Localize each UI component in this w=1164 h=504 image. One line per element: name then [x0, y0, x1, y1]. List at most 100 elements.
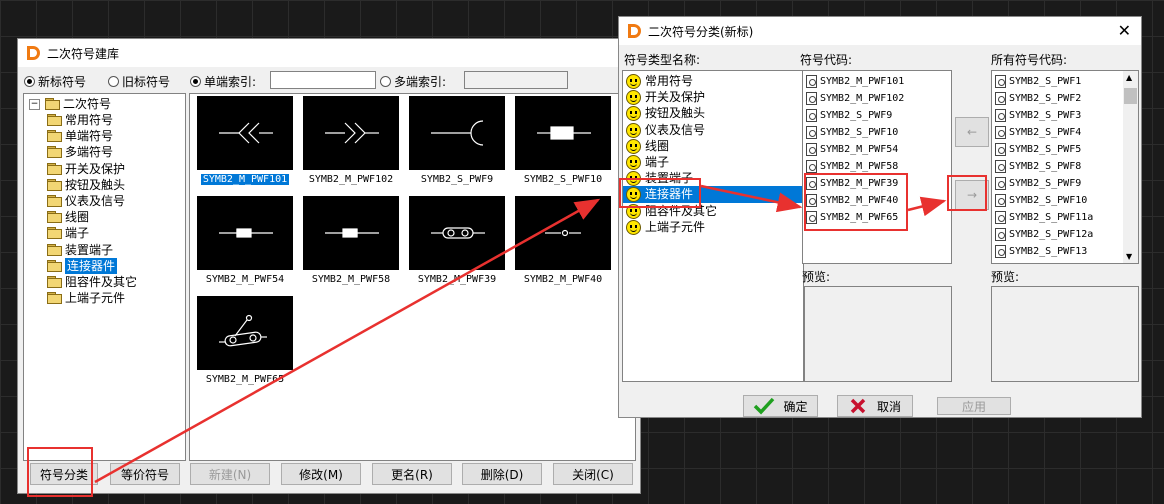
symbol-thumbnail[interactable] [515, 196, 611, 270]
dialog-title-bar[interactable]: 二次符号分类(新标) ✕ [619, 17, 1141, 45]
single-index-input[interactable] [270, 71, 376, 89]
symbol-type-item[interactable]: 仪表及信号 [626, 122, 705, 139]
tree-item[interactable]: 常用符号 [46, 112, 113, 128]
new-button[interactable]: 新建(N) [190, 463, 270, 485]
tree-item[interactable]: 线圈 [46, 209, 89, 225]
symbol-glyph [537, 126, 591, 140]
delete-button[interactable]: 删除(D) [462, 463, 542, 485]
ok-button[interactable]: 确定 [743, 395, 818, 417]
all-code-item[interactable]: SYMB2_S_PWF1 [995, 73, 1081, 90]
symbol-thumbnail[interactable] [409, 96, 505, 170]
cancel-button[interactable]: 取消 [837, 395, 913, 417]
all-code-item[interactable]: SYMB2_S_PWF5 [995, 141, 1081, 158]
vertical-scrollbar[interactable]: ▲ ▼ [1123, 71, 1138, 263]
modify-button[interactable]: 修改(M) [281, 463, 361, 485]
title-bar[interactable]: 二次符号建库 [18, 39, 640, 67]
all-code-item[interactable]: SYMB2_S_PWF12a [995, 226, 1093, 243]
multi-index-input[interactable] [464, 71, 568, 89]
folder-icon [46, 178, 62, 191]
all-code-item[interactable]: SYMB2_S_PWF13 [995, 243, 1087, 260]
tree-item[interactable]: 开关及保护 [46, 161, 125, 177]
symbol-thumbnail[interactable] [197, 196, 293, 270]
folder-icon [46, 162, 62, 175]
symbol-code-item[interactable]: SYMB2_M_PWF101 [806, 73, 904, 90]
close-button[interactable]: 关闭(C) [553, 463, 633, 485]
classify-button[interactable]: 符号分类 [30, 463, 98, 485]
symbol-type-item[interactable]: 端子 [626, 154, 669, 171]
tree-item[interactable]: 按钮及触头 [46, 177, 125, 193]
scroll-down-icon[interactable]: ▼ [1126, 252, 1132, 261]
category-tree[interactable]: − 二次符号 常用符号 单端符号 多端符号 开关及保护 按钮及触头 仪表及信号 线圈 端子 装置… [23, 93, 186, 461]
symbol-code-item[interactable]: SYMB2_M_PWF39 [806, 175, 898, 192]
radio-multi-index[interactable]: 多端索引: [380, 73, 446, 90]
symbol-type-item[interactable]: 线圈 [626, 138, 669, 155]
symbol-thumbnail[interactable] [409, 196, 505, 270]
code-column-label: 符号代码: [800, 53, 853, 67]
move-right-button[interactable]: → [955, 180, 989, 210]
all-code-item[interactable]: SYMB2_S_PWF2 [995, 90, 1081, 107]
symbol-file-icon [806, 211, 817, 224]
symbol-code-item[interactable]: SYMB2_M_PWF102 [806, 90, 904, 107]
all-code-list[interactable]: SYMB2_S_PWF1 SYMB2_S_PWF2 SYMB2_S_PWF3 SYMB… [991, 70, 1139, 264]
radio-new-standard[interactable]: 新标符号 [24, 73, 86, 90]
symbol-thumbnail[interactable] [303, 196, 399, 270]
tree-item[interactable]: 多端符号 [46, 144, 113, 160]
radio-single-index[interactable]: 单端索引: [190, 73, 256, 90]
folder-icon [46, 114, 62, 126]
symbol-code-item[interactable]: SYMB2_M_PWF58 [806, 158, 898, 175]
all-code-item[interactable]: SYMB2_S_PWF8 [995, 158, 1081, 175]
symbol-code-list[interactable]: SYMB2_M_PWF101 SYMB2_M_PWF102 SYMB2_S_PWF9… [802, 70, 952, 264]
symbol-file-icon [995, 109, 1006, 122]
tree-item[interactable]: 连接器件 [46, 257, 118, 274]
move-left-button[interactable]: ← [955, 117, 989, 147]
symbol-thumbnail[interactable] [303, 96, 399, 170]
apply-button[interactable]: 应用 [937, 397, 1011, 415]
symbol-thumbnail[interactable] [197, 296, 293, 370]
all-code-item[interactable]: SYMB2_S_PWF10 [995, 192, 1087, 209]
symbol-type-item[interactable]: 装置端子 [626, 170, 693, 187]
all-code-item[interactable]: SYMB2_S_PWF4 [995, 124, 1081, 141]
tree-item[interactable]: 阻容件及其它 [46, 274, 137, 290]
symbol-thumbnail[interactable] [515, 96, 611, 170]
symbol-type-item[interactable]: 连接器件 [623, 186, 803, 204]
symbol-thumbnail-grid[interactable]: SYMB2_M_PWF101 SYMB2_M_PWF102 SYMB2_S_PWF9… [189, 93, 636, 461]
symbol-code-item[interactable]: SYMB2_M_PWF54 [806, 141, 898, 158]
symbol-type-item[interactable]: 阻容件及其它 [626, 203, 717, 220]
symbol-type-item[interactable]: 常用符号 [626, 73, 693, 90]
symbol-code-item[interactable]: SYMB2_S_PWF9 [806, 107, 892, 124]
code-label: SYMB2_M_PWF54 [820, 144, 899, 155]
symbol-type-item[interactable]: 按钮及触头 [626, 105, 705, 122]
collapse-icon[interactable]: − [29, 98, 40, 110]
all-code-item[interactable]: SYMB2_S_PWF3 [995, 107, 1081, 124]
tree-item[interactable]: 上端子元件 [46, 290, 125, 306]
close-icon[interactable]: ✕ [1118, 21, 1131, 40]
symbol-type-item[interactable]: 上端子元件 [626, 219, 705, 236]
tree-item[interactable]: 仪表及信号 [46, 193, 125, 209]
code-label: SYMB2_S_PWF10 [820, 127, 899, 138]
radio-old-standard[interactable]: 旧标符号 [108, 73, 170, 90]
tree-root[interactable]: − 二次符号 [29, 96, 111, 112]
scroll-up-icon[interactable]: ▲ [1126, 73, 1132, 82]
all-code-item[interactable]: SYMB2_S_PWF11a [995, 209, 1093, 226]
radio-single-dot [190, 76, 201, 87]
symbol-file-icon [995, 75, 1006, 88]
symbol-type-list[interactable]: 常用符号 开关及保护 按钮及触头 仪表及信号 线圈 端子 装置端子 连接器件 阻容件及其它 上端子… [622, 70, 804, 382]
scroll-thumb[interactable] [1124, 88, 1137, 104]
symbol-code-item[interactable]: SYMB2_M_PWF65 [806, 209, 898, 226]
symbol-code-item[interactable]: SYMB2_M_PWF40 [806, 192, 898, 209]
symbol-thumbnail[interactable] [197, 96, 293, 170]
rename-button[interactable]: 更名(R) [372, 463, 452, 485]
symbol-file-icon [806, 143, 817, 156]
tree-item[interactable]: 装置端子 [46, 242, 113, 258]
equivalent-symbol-button[interactable]: 等价符号 [110, 463, 180, 485]
symbol-type-label: 连接器件 [645, 187, 694, 202]
tree-item[interactable]: 单端符号 [46, 128, 113, 144]
symbol-code-item[interactable]: SYMB2_S_PWF10 [806, 124, 898, 141]
symbol-type-item[interactable]: 开关及保护 [626, 89, 705, 106]
folder-icon [46, 195, 62, 207]
tree-item[interactable]: 端子 [46, 225, 89, 241]
all-code-item[interactable]: SYMB2_S_PWF9 [995, 175, 1081, 192]
code-label: SYMB2_M_PWF39 [820, 178, 899, 189]
symbol-caption: SYMB2_M_PWF102 [296, 174, 406, 185]
symbol-glyph [219, 122, 273, 144]
